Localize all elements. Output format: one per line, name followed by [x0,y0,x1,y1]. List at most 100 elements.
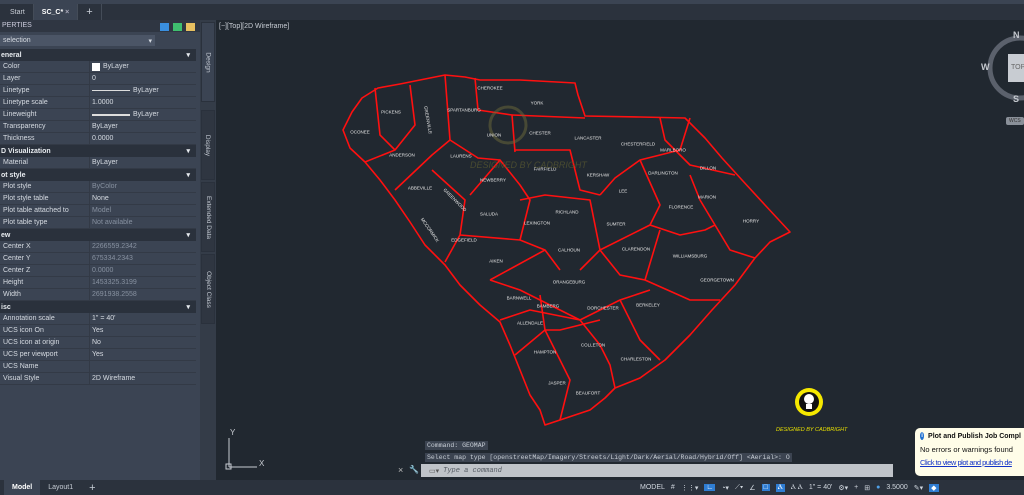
county-label: ABBEVILLE [407,185,433,191]
county-line [519,194,601,271]
county-label: DARLINGTON [648,170,678,176]
county-line [659,117,736,176]
county-label: CHESTERFIELD [620,141,656,147]
county-label: BARNWELL [506,295,532,301]
county-line [394,139,451,191]
ucs-x-label: X [259,459,265,468]
tab-model[interactable]: Model [4,480,41,495]
info-icon: i [920,432,925,440]
county-line [619,299,661,361]
command-history-line: Command: GEOMAP [425,441,488,450]
command-history-line: Select map type [openstreetMap/Imagery/S… [425,453,792,462]
grid-icon[interactable]: # [671,484,675,491]
units-icon[interactable]: ⊞ [864,484,870,492]
isodraft-icon[interactable]: ⟋▾ [735,484,743,492]
county-label: MARION [698,194,716,200]
polar-icon[interactable]: ◔▾ [721,484,729,492]
viewcube[interactable]: N W S TOP WCS [981,28,1024,125]
snap-icon[interactable]: ⋮⋮▾ [681,484,699,492]
command-history: Command: GEOMAP Select map type [openstr… [425,441,792,465]
county-label: PICKENS [381,109,401,115]
add-layout-button[interactable]: + [81,480,103,495]
plot-publish-notification[interactable]: i Plot and Publish Job Compl No errors or… [915,428,1024,476]
county-label: JASPER [548,380,566,386]
county-label: CHARLESTON [620,356,652,362]
watermark-text: DESIGNED BY CADBRIGHT [470,160,587,170]
tab-layout1[interactable]: Layout1 [40,480,81,495]
county-label: MARLBORO [660,147,686,153]
close-command-icon[interactable]: × [398,465,403,475]
county-label: BAMBERG [536,303,560,309]
county-label: SPARTANBURG [447,107,481,113]
county-label: CHEROKEE [477,85,503,91]
county-label: LANCASTER [574,135,602,141]
ucs-icon [225,438,257,470]
county-label: SALUDA [479,211,499,217]
county-label: ORANGEBURG [552,279,586,285]
county-line [689,174,756,259]
county-line [489,249,546,281]
county-line [539,294,571,421]
hardware-accel-icon[interactable]: ✎▾ [914,484,923,492]
recent-commands-icon[interactable]: ▭▾ [429,467,439,475]
county-label: WILLIAMSBURG [672,253,708,259]
county-label: LEE [618,188,628,194]
county-label: RICHLAND [555,209,579,215]
osnap-icon[interactable]: □ [761,484,770,491]
ucs-y-label: Y [230,428,236,437]
county-label: AIKEN [489,258,503,264]
wcs-menu[interactable]: WCS [1006,117,1024,125]
county-line [431,169,466,263]
notification-link[interactable]: Click to view plot and publish de [920,458,1021,467]
county-label: DORCHESTER [587,305,619,311]
compass-south[interactable]: S [1013,94,1019,104]
tag-icon[interactable]: ◆ [929,483,939,492]
annotation-visibility-icon[interactable]: Ⲁ [775,483,785,492]
gear-icon[interactable]: ⚙▾ [838,484,848,492]
county-label: LEXINGTON [524,220,550,226]
county-line [374,87,396,151]
lineweight-icon[interactable]: ● [876,484,880,491]
logo-text: DESIGNED BY CADBRIGHT [776,427,848,433]
ortho-icon[interactable]: ∟ [704,484,716,491]
county-label: OCONEE [350,129,370,135]
county-label: DILLON [699,165,717,171]
county-label: BERKELEY [636,302,660,308]
county-label: BEAUFORT [575,390,601,396]
county-label: HORRY [742,218,760,224]
status-bar: Model Layout1 + MODEL # ⋮⋮▾ ∟ ◔▾ ⟋▾ ∠ □ … [0,480,1024,495]
county-label: SUMTER [606,221,626,227]
county-label: ANDERSON [389,152,415,158]
county-label: FLORENCE [668,204,694,210]
county-label: CHESTER [529,130,551,136]
model-space-toggle[interactable]: MODEL [640,484,665,491]
angle-icon[interactable]: ∠ [749,484,755,492]
county-label: YORK [530,100,544,106]
county-label: UNION [486,132,502,138]
watermark-bulb-icon [488,105,528,145]
annotation-scale[interactable]: 1" = 40' [809,484,832,491]
county-label: ALLENDALE [516,320,544,326]
county-label: CLARENDON [621,246,651,252]
compass-north[interactable]: N [1013,30,1020,40]
county-label: GEORGETOWN [700,277,734,283]
county-label: LAURENS [450,153,472,159]
county-line [364,84,416,163]
lineweight-value[interactable]: 3.5000 [886,484,907,491]
county-label: KERSHAW [586,172,610,178]
county-label: CALHOUN [557,247,581,253]
compass-west[interactable]: W [981,62,990,72]
auto-scale-icon[interactable]: Ⲁ Ⲁ [791,484,803,492]
status-toolbar: MODEL # ⋮⋮▾ ∟ ◔▾ ⟋▾ ∠ □ Ⲁ Ⲁ Ⲁ 1" = 40' ⚙… [640,480,939,495]
county-label: EDGEFIELD [451,237,477,243]
sc-county-map [225,74,823,470]
plus-icon[interactable]: + [854,484,858,491]
command-input[interactable]: ▭▾ Type a command [421,464,893,477]
county-line [599,249,646,281]
county-label: NEWBERRY [480,177,506,183]
customize-wrench-icon[interactable]: 🔧 [409,465,419,474]
notification-message: No errors or warnings found [920,445,1013,454]
county-line [644,229,720,301]
viewcube-top-face[interactable]: TOP [1008,54,1024,82]
county-line [599,117,691,196]
